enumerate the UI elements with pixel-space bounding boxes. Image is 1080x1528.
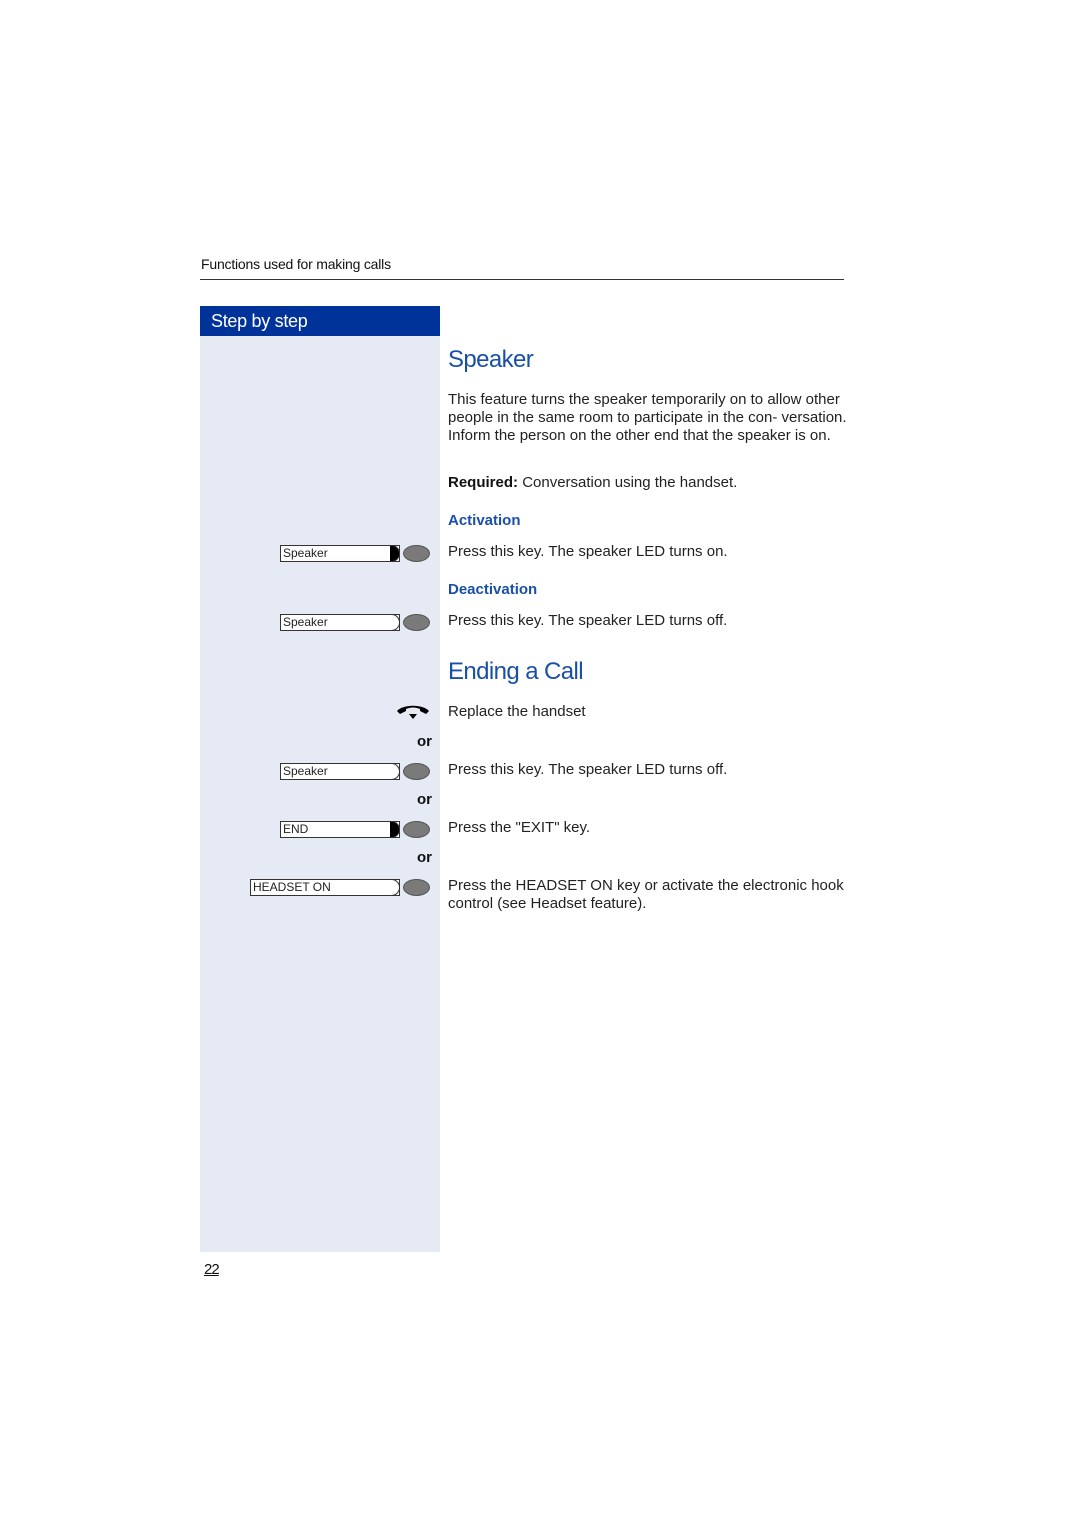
activation-text: Press this key. The speaker LED turns on… (448, 543, 728, 560)
key-button-icon[interactable] (403, 820, 430, 838)
or-separator: or (417, 849, 432, 866)
key-button-icon[interactable] (403, 613, 430, 631)
header-divider (200, 279, 844, 280)
ending-step-3-text: Press the "EXIT" key. (448, 819, 591, 836)
speaker-key-end-call[interactable]: Speaker (280, 762, 430, 780)
end-key[interactable]: END (280, 820, 430, 838)
speaker-key-activation[interactable]: Speaker (280, 544, 430, 562)
led-on-icon (390, 820, 400, 838)
section-title-ending-call: Ending a Call (448, 658, 584, 685)
led-off-icon (390, 762, 400, 780)
key-label: END (280, 820, 400, 838)
led-off-icon (390, 613, 400, 631)
handset-hangup-icon (397, 705, 429, 719)
speaker-key-deactivation[interactable]: Speaker (280, 613, 430, 631)
required-text: Conversation using the handset. (522, 474, 738, 491)
ending-step-2-text: Press this key. The speaker LED turns of… (448, 761, 728, 778)
page-number: 22 (204, 1261, 220, 1278)
section-title-speaker: Speaker (448, 346, 534, 373)
key-label: HEADSET ON (250, 878, 400, 896)
speaker-intro: This feature turns the speaker temporari… (448, 391, 847, 444)
led-off-icon (390, 878, 400, 896)
step-by-step-heading: Step by step (200, 306, 440, 336)
required-label: Required: (448, 474, 519, 491)
required-note: Required: Conversation using the handset… (448, 474, 848, 492)
led-on-icon (390, 544, 400, 562)
deactivation-heading: Deactivation (448, 581, 538, 598)
or-separator: or (417, 791, 432, 808)
key-label: Speaker (280, 613, 400, 631)
key-button-icon[interactable] (403, 762, 430, 780)
key-label: Speaker (280, 762, 400, 780)
or-separator: or (417, 733, 432, 750)
deactivation-text: Press this key. The speaker LED turns of… (448, 612, 728, 629)
key-button-icon[interactable] (403, 544, 430, 562)
headset-on-key[interactable]: HEADSET ON (250, 878, 430, 896)
key-label: Speaker (280, 544, 400, 562)
activation-heading: Activation (448, 512, 521, 529)
ending-step-1-text: Replace the handset (448, 703, 586, 720)
running-header: Functions used for making calls (201, 256, 391, 272)
ending-step-4-text: Press the HEADSET ON key or activate the… (448, 877, 844, 912)
key-button-icon[interactable] (403, 878, 430, 896)
